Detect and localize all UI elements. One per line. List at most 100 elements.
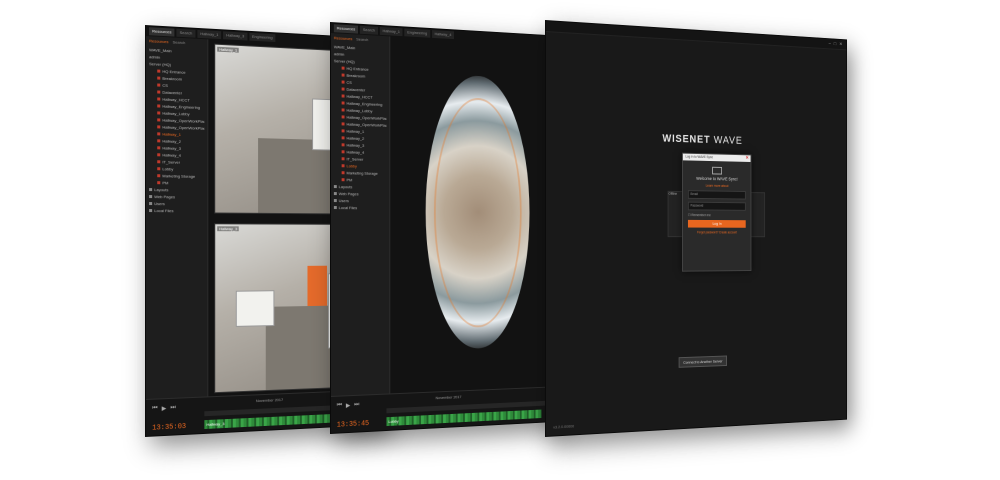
folder-icon — [149, 188, 153, 192]
timeline-month: November 2017 — [255, 397, 284, 404]
tab-search[interactable]: Search — [176, 28, 196, 38]
camera-status-icon — [341, 101, 345, 105]
dialog-title: Log in to WAVE Sync — [682, 153, 751, 162]
resource-tree: Resources Search WAVE_Main admin Server (HQ)… — [146, 36, 209, 400]
login-dialog: Log in to WAVE Sync ✕ Welcome to WAVE Sy… — [682, 152, 752, 272]
email-field[interactable]: Email — [687, 190, 746, 200]
camera-status-icon — [157, 132, 161, 136]
forward-icon[interactable]: ⏭ — [170, 405, 175, 412]
tab-search[interactable]: Search — [360, 25, 378, 35]
tab-layout[interactable]: Engineering — [249, 32, 276, 42]
rewind-icon[interactable]: ⏮ — [152, 405, 157, 412]
forward-icon[interactable]: ⏭ — [354, 402, 359, 409]
sidebar-tab-search[interactable]: Search — [173, 39, 186, 45]
camera-status-icon — [157, 181, 161, 185]
camera-status-icon — [157, 111, 161, 115]
sidebar-tab-resources[interactable]: Resources — [334, 35, 352, 41]
folder-icon — [333, 199, 337, 203]
camera-status-icon — [157, 97, 161, 101]
playback-controls: ⏮ ▶ ⏭ — [337, 402, 360, 410]
camera-status-icon — [341, 171, 345, 175]
account-links[interactable]: Forgot password? Create account — [683, 230, 751, 234]
tab-layout[interactable]: Hallway_1 — [379, 26, 403, 37]
folder-icon — [333, 206, 337, 210]
learn-more-link[interactable]: Learn more about — [683, 183, 751, 188]
camera-status-icon — [157, 83, 161, 87]
current-time: 13:35:03 — [152, 423, 187, 433]
client-window-fisheye-view: Resources Search Hallway_1 Engineering H… — [330, 22, 560, 434]
camera-status-icon — [341, 164, 345, 168]
password-field[interactable]: Password — [687, 201, 746, 211]
tab-resources[interactable]: Resources — [333, 24, 359, 34]
resource-tree: Resources Search WAVE_Main admin Server (HQ)… — [330, 33, 391, 397]
fisheye-camera-image — [425, 73, 530, 351]
camera-status-icon — [157, 90, 161, 94]
tab-layout[interactable]: Hallway_1 — [197, 29, 222, 40]
folder-icon — [333, 185, 337, 189]
camera-status-icon — [157, 146, 161, 150]
connect-another-server: Connect to Another Server — [546, 346, 846, 374]
folder-icon — [149, 202, 153, 206]
playback-controls: ⏮ ▶ ⏭ — [152, 405, 176, 413]
timeline-camera-name: Lobby — [388, 418, 399, 424]
login-button[interactable]: Log In — [687, 219, 746, 228]
camera-status-icon — [157, 104, 161, 108]
tab-resources[interactable]: Resources — [149, 27, 175, 37]
rewind-icon[interactable]: ⏮ — [337, 402, 342, 409]
camera-status-icon — [157, 118, 161, 122]
camera-status-icon — [157, 174, 161, 178]
camera-label: Hallway_1 — [217, 46, 240, 53]
timeline-camera-name: Hallway_3 — [206, 421, 225, 427]
camera-status-icon — [157, 76, 161, 80]
camera-status-icon — [341, 178, 345, 182]
promo-stage: Resources Search Hallway_1 Hallway_3 Eng… — [0, 0, 1000, 480]
tab-layout[interactable]: Hallway_4 — [431, 30, 455, 40]
play-icon[interactable]: ▶ — [162, 405, 167, 412]
camera-status-icon — [341, 73, 345, 77]
folder-icon — [149, 195, 153, 199]
camera-status-icon — [341, 157, 345, 161]
camera-status-icon — [157, 167, 161, 171]
folder-icon — [149, 209, 153, 213]
camera-status-icon — [341, 143, 345, 147]
camera-status-icon — [341, 87, 345, 91]
camera-status-icon — [157, 69, 161, 73]
camera-status-icon — [341, 80, 345, 84]
camera-status-icon — [157, 153, 161, 157]
fisheye-view[interactable] — [390, 36, 559, 395]
monitor-icon — [712, 166, 723, 175]
camera-status-icon — [341, 115, 345, 119]
remember-me-checkbox[interactable]: ☐ Remember me — [688, 213, 746, 217]
tree-group[interactable]: Local Files — [149, 207, 204, 214]
camera-status-icon — [341, 66, 345, 70]
connect-another-server-button[interactable]: Connect to Another Server — [679, 355, 727, 368]
folder-icon — [333, 192, 337, 196]
camera-status-icon — [341, 122, 345, 126]
welcome-text: Welcome to WAVE Sync! — [696, 175, 738, 182]
title-bar: – □ ✕ — [545, 21, 847, 51]
sidebar-tab-resources[interactable]: Resources — [149, 38, 168, 44]
camera-status-icon — [157, 160, 161, 164]
close-icon[interactable]: ✕ — [839, 42, 842, 48]
minimize-icon[interactable]: – — [829, 41, 831, 47]
play-icon[interactable]: ▶ — [346, 402, 350, 409]
tab-layout[interactable]: Engineering — [404, 28, 430, 38]
camera-status-icon — [341, 136, 345, 140]
version-label: v3.2.0.00000 — [553, 423, 575, 430]
tree-group[interactable]: Local Files — [333, 204, 387, 211]
camera-status-icon — [341, 94, 345, 98]
tab-layout[interactable]: Hallway_3 — [223, 31, 248, 41]
maximize-icon[interactable]: □ — [834, 41, 836, 47]
current-time: 13:35:45 — [336, 420, 370, 430]
client-window-login: – □ ✕ WISENET WAVE Offline Log in to WAV… — [545, 20, 848, 437]
camera-status-icon — [341, 108, 345, 112]
camera-status-icon — [157, 125, 161, 129]
camera-status-icon — [157, 139, 161, 143]
sidebar-tab-search[interactable]: Search — [356, 36, 368, 42]
wisenet-wave-logo: WISENET WAVE — [662, 132, 743, 147]
timeline-month: November 2017 — [435, 394, 462, 401]
camera-status-icon — [341, 150, 345, 154]
close-icon[interactable]: ✕ — [746, 155, 749, 161]
camera-status-icon — [341, 129, 345, 133]
camera-label: Hallway_3 — [217, 226, 240, 232]
